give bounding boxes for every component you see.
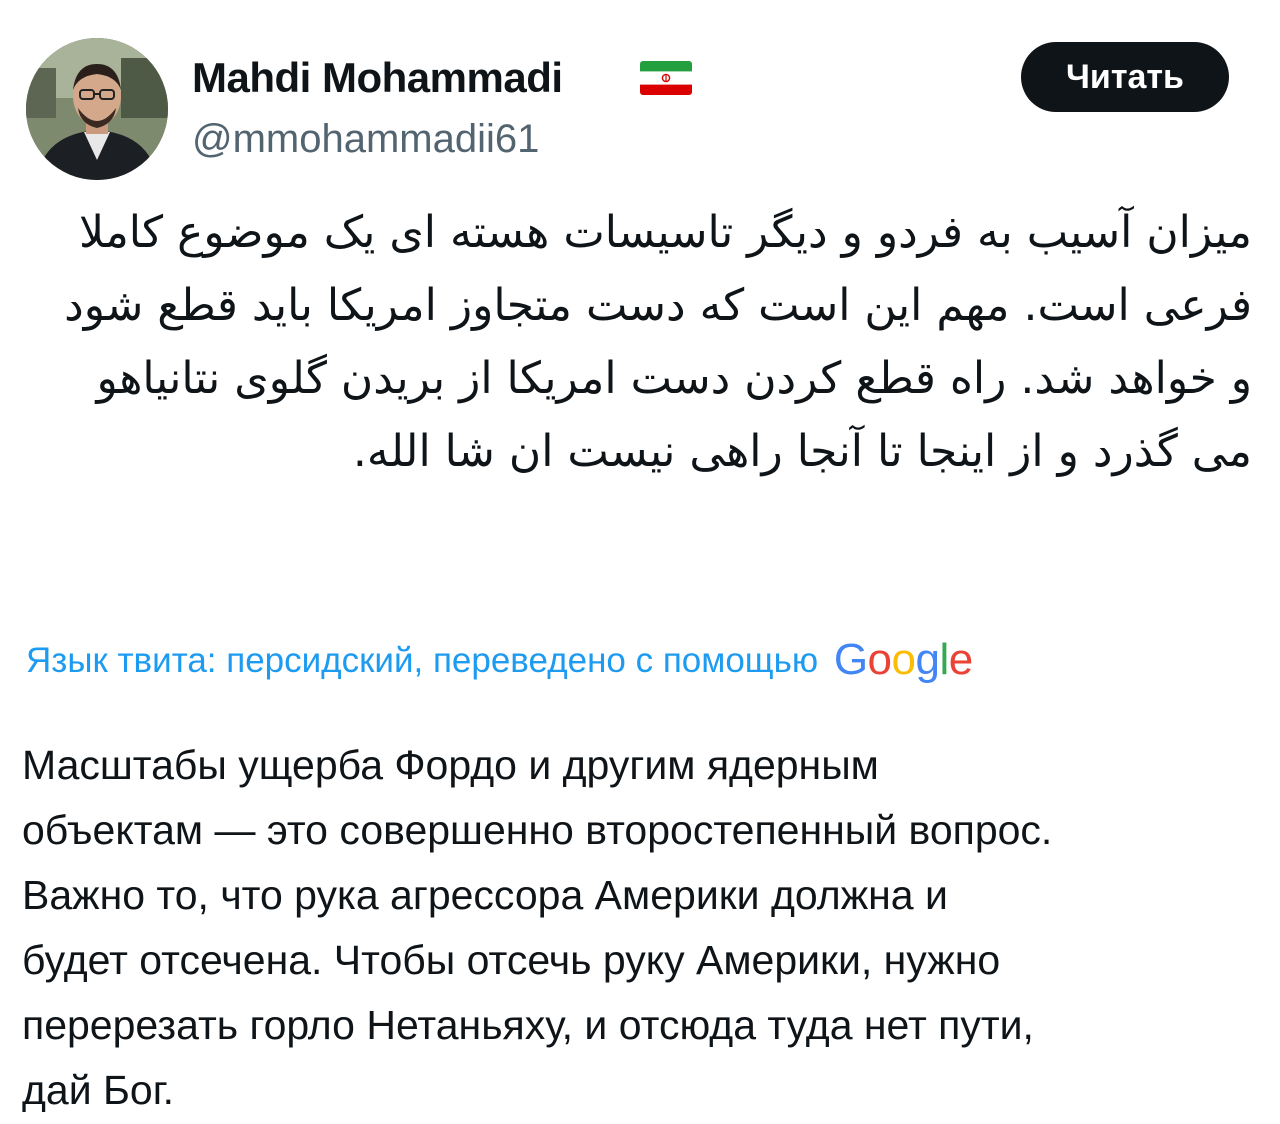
- google-letter: e: [948, 635, 973, 684]
- tweet-translated-text: Масштабы ущерба Фордо и другим ядерным о…: [22, 733, 1262, 1123]
- translated-line: перерезать горло Нетаньяху, и отсюда туд…: [22, 1002, 1034, 1048]
- google-letter: l: [939, 635, 950, 684]
- translated-line: дай Бог.: [22, 1067, 175, 1113]
- google-letter: o: [867, 635, 892, 684]
- google-letter: g: [915, 635, 940, 684]
- iran-flag-icon: [640, 61, 692, 95]
- google-logo-icon: Google: [834, 635, 973, 684]
- author-handle[interactable]: @mmohammadii61: [192, 112, 539, 166]
- translated-line: будет отсечена. Чтобы отсечь руку Америк…: [22, 937, 1001, 983]
- google-letter: o: [891, 635, 916, 684]
- translated-line: Масштабы ущерба Фордо и другим ядерным: [22, 742, 879, 788]
- translation-note-text: Язык твита: персидский, переведено с пом…: [26, 641, 819, 680]
- tweet-original-text: میزان آسیب به فردو و دیگر تاسیسات هسته ا…: [64, 207, 1252, 477]
- translated-line: объектам — это совершенно второстепенный…: [22, 807, 1053, 853]
- translation-note[interactable]: Язык твита: персидский, переведено с пом…: [26, 633, 1246, 688]
- google-letter: G: [833, 635, 868, 684]
- translated-line: Важно то, что рука агрессора Америки дол…: [22, 872, 948, 918]
- follow-button[interactable]: Читать: [1021, 42, 1229, 112]
- author-name[interactable]: Mahdi Mohammadi: [192, 50, 563, 106]
- avatar-photo-icon: [26, 38, 168, 180]
- author-avatar[interactable]: [26, 38, 168, 180]
